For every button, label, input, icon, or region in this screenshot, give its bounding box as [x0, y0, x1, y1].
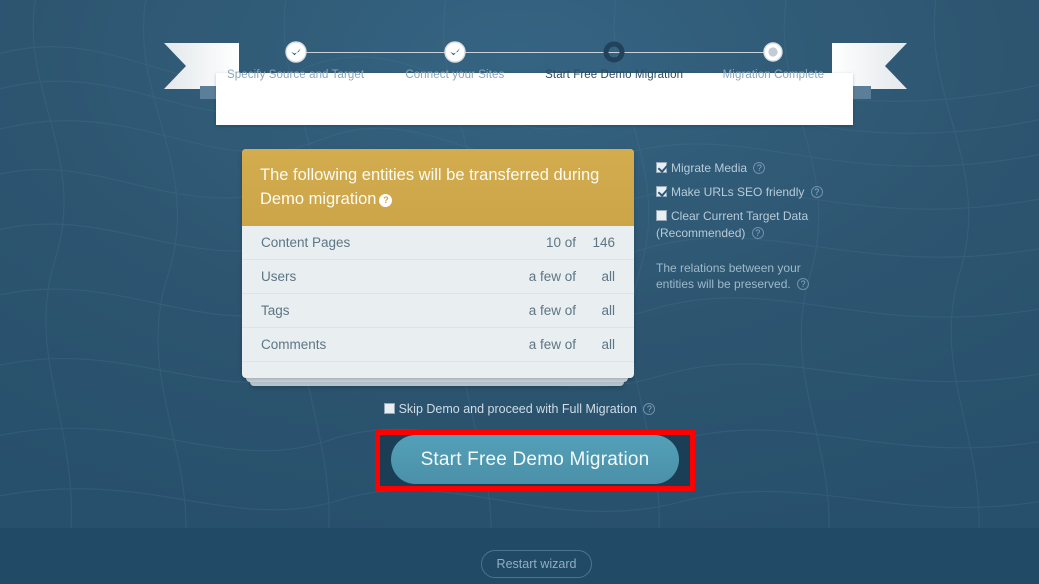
- checkbox-clear-current-target-data[interactable]: [656, 210, 667, 221]
- help-icon[interactable]: ?: [753, 162, 766, 174]
- dot-circle-icon: [763, 42, 784, 62]
- option-label: Make URLs SEO friendly: [671, 185, 805, 199]
- entity-count: 10 of: [545, 235, 576, 250]
- help-icon[interactable]: ?: [379, 194, 393, 207]
- entity-total: 146: [592, 235, 615, 250]
- wizard-step-connect-your-sites[interactable]: Connect your Sites: [375, 40, 615, 92]
- entity-name: Content Pages: [261, 235, 351, 250]
- entities-table: Content Pages 10 of 146 Users a few of a…: [242, 226, 634, 362]
- restart-wizard-button[interactable]: Restart wizard: [481, 550, 592, 578]
- table-row: Content Pages 10 of 146: [242, 226, 634, 260]
- option-label: Migrate Media: [671, 161, 748, 175]
- migration-options: Migrate Media ? Make URLs SEO friendly ?…: [656, 160, 856, 292]
- entity-total: all: [601, 337, 615, 352]
- option-migrate-media[interactable]: Migrate Media ?: [656, 160, 856, 177]
- step-label: Start Free Demo Migration: [545, 69, 684, 81]
- entity-total: all: [601, 269, 615, 284]
- table-row: Tags a few of all: [242, 294, 634, 328]
- entity-name: Comments: [261, 337, 327, 352]
- entities-panel: The following entities will be transferr…: [242, 149, 634, 378]
- checkbox-migrate-media[interactable]: [656, 162, 667, 173]
- checkbox-skip-demo[interactable]: [383, 403, 395, 414]
- option-seo-friendly-urls[interactable]: Make URLs SEO friendly ?: [656, 184, 856, 201]
- step-label: Connect your Sites: [405, 69, 505, 81]
- entity-count: a few of: [528, 337, 576, 352]
- help-icon[interactable]: ?: [797, 278, 810, 290]
- entity-count: a few of: [528, 303, 576, 318]
- check-circle-icon: [444, 41, 466, 63]
- step-label: Specify Source and Target: [227, 69, 365, 81]
- wizard-step-migration-complete[interactable]: Migration Complete: [694, 40, 853, 92]
- relations-note-text: The relations between your entities will…: [656, 261, 801, 291]
- start-free-demo-migration-button[interactable]: Start Free Demo Migration: [391, 435, 679, 484]
- skip-demo-label: Skip Demo and proceed with Full Migratio…: [398, 402, 637, 416]
- entity-count: a few of: [528, 269, 576, 284]
- entities-panel-title: The following entities will be transferr…: [260, 163, 616, 211]
- wizard-step-start-free-demo-migration[interactable]: Start Free Demo Migration: [535, 40, 774, 92]
- entity-total: all: [601, 303, 615, 318]
- help-icon[interactable]: ?: [751, 227, 764, 239]
- entity-name: Users: [261, 269, 297, 284]
- option-clear-current-target-data[interactable]: Clear Current Target Data (Recommended) …: [656, 208, 856, 242]
- table-row: Comments a few of all: [242, 328, 634, 362]
- wizard-step-specify-source-and-target[interactable]: Specify Source and Target: [216, 40, 455, 92]
- entities-panel-header: The following entities will be transferr…: [242, 149, 634, 226]
- help-icon[interactable]: ?: [643, 403, 656, 415]
- ring-circle-icon: [603, 41, 625, 63]
- checkbox-seo-friendly-urls[interactable]: [656, 186, 667, 197]
- entities-panel-title-text: The following entities will be transferr…: [260, 166, 600, 208]
- table-row: Users a few of all: [242, 260, 634, 294]
- skip-demo-row[interactable]: Skip Demo and proceed with Full Migratio…: [0, 402, 1039, 416]
- step-label: Migration Complete: [722, 69, 825, 81]
- wizard-step-list: Specify Source and Target Connect your S…: [216, 40, 853, 92]
- relations-preserved-note: The relations between your entities will…: [656, 260, 831, 292]
- check-circle-icon: [284, 41, 307, 63]
- option-label: Clear Current Target Data (Recommended): [656, 209, 809, 240]
- entity-name: Tags: [261, 303, 290, 318]
- help-icon[interactable]: ?: [810, 186, 823, 198]
